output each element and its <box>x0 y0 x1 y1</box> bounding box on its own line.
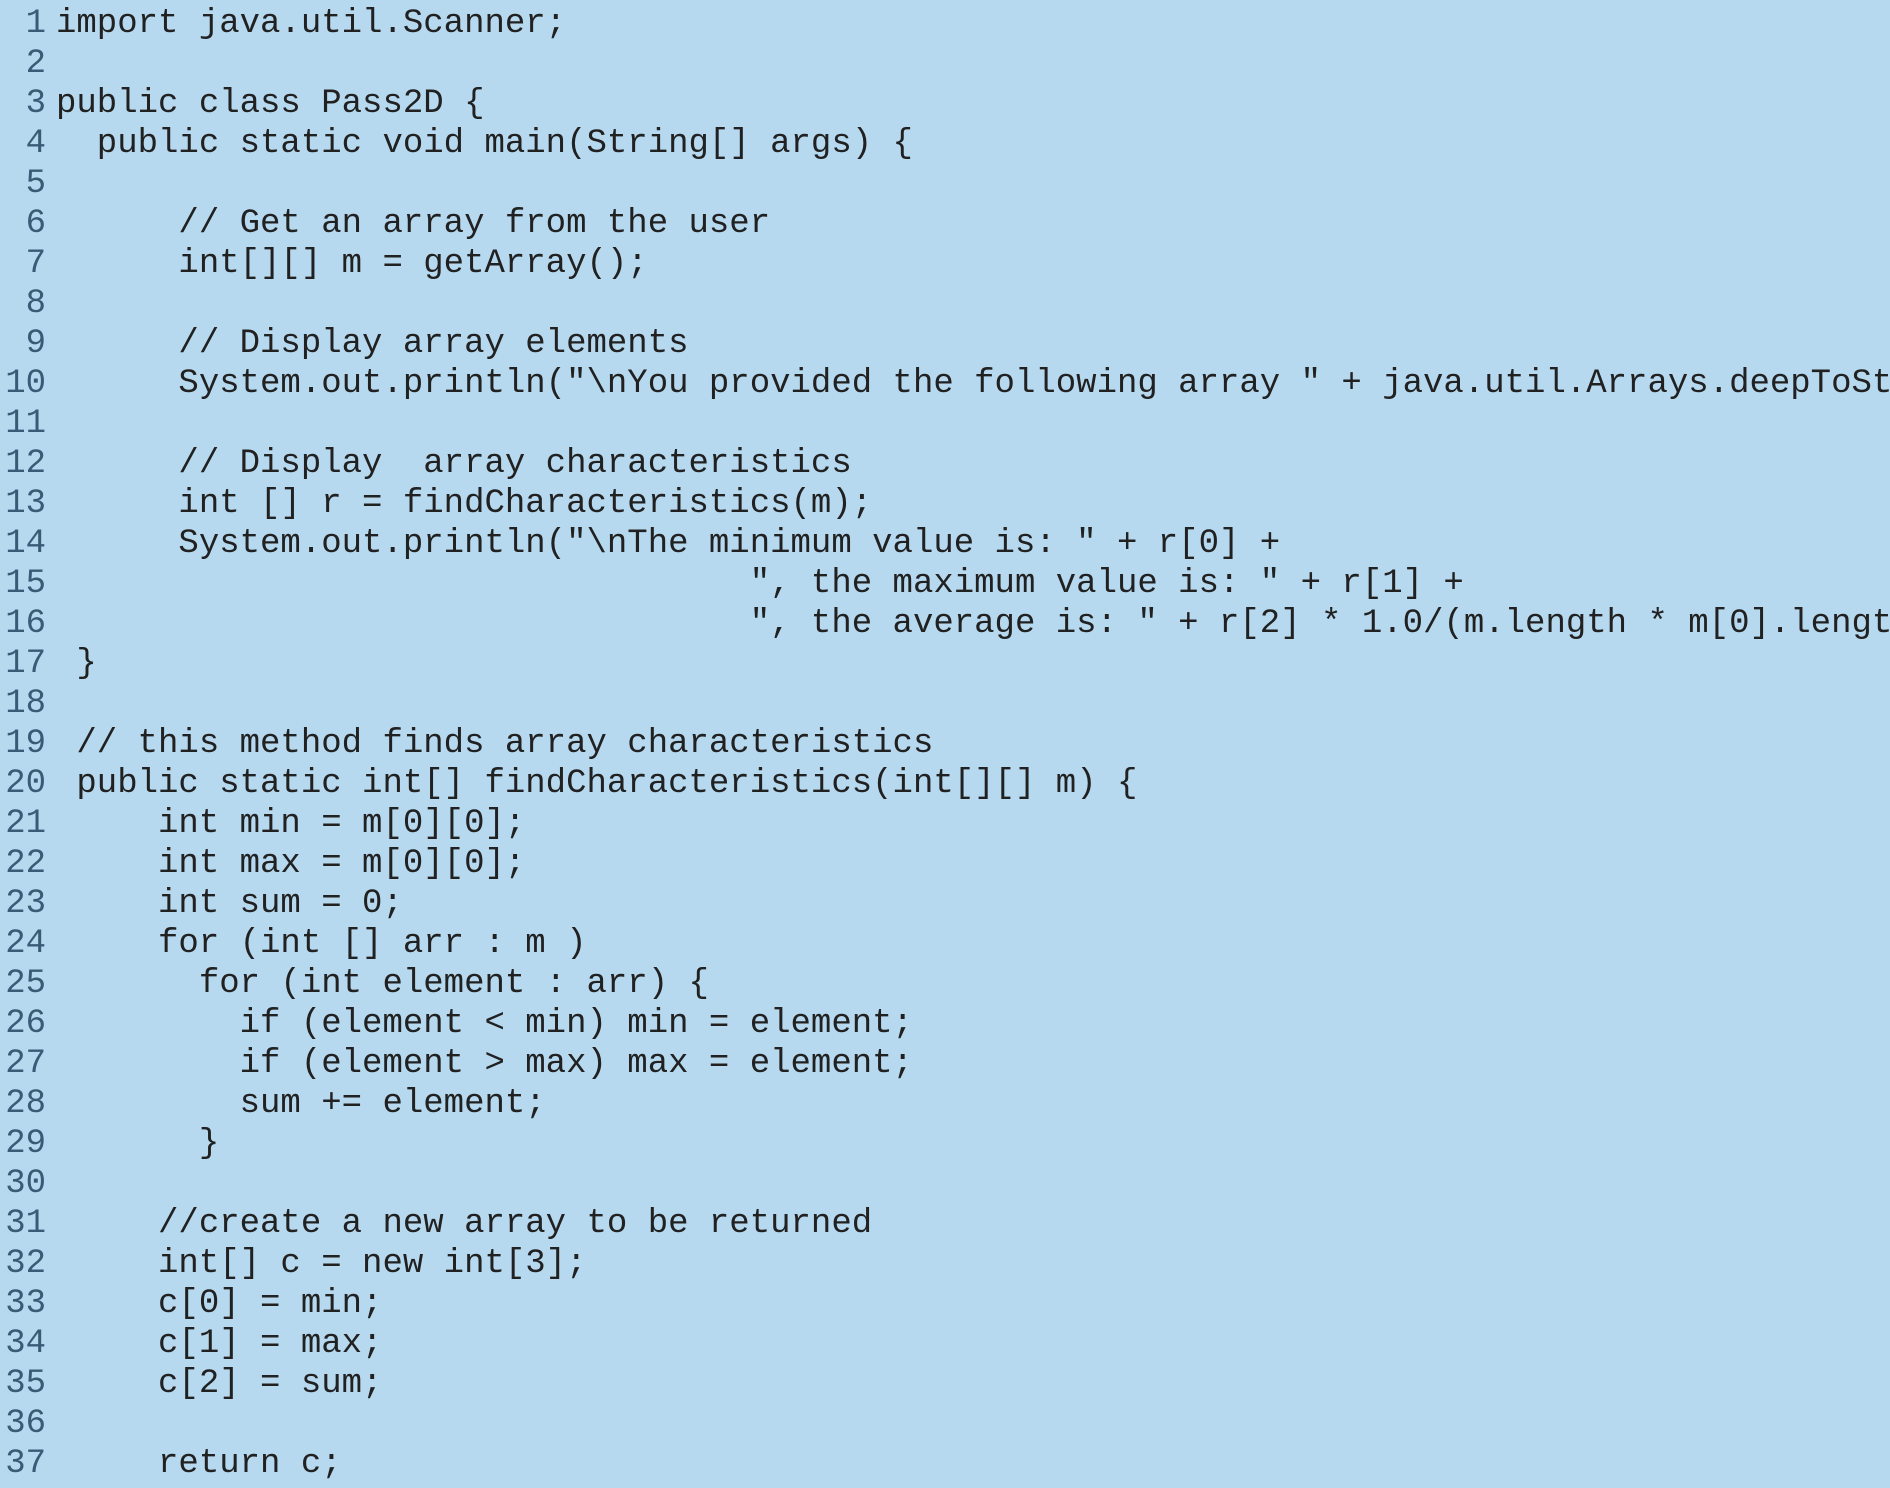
code-line: public class Pass2D { <box>56 84 1890 124</box>
line-number-gutter: 1234567891011121314151617181920212223242… <box>0 4 56 1484</box>
line-number: 21 <box>0 804 46 844</box>
code-line: c[2] = sum; <box>56 1364 1890 1404</box>
line-number: 17 <box>0 644 46 684</box>
code-line <box>56 1164 1890 1204</box>
code-line <box>56 1404 1890 1444</box>
line-number: 30 <box>0 1164 46 1204</box>
code-line: // Get an array from the user <box>56 204 1890 244</box>
code-line: return c; <box>56 1444 1890 1484</box>
line-number: 24 <box>0 924 46 964</box>
line-number: 26 <box>0 1004 46 1044</box>
code-line: ", the average is: " + r[2] * 1.0/(m.len… <box>56 604 1890 644</box>
code-line <box>56 44 1890 84</box>
code-line: public static int[] findCharacteristics(… <box>56 764 1890 804</box>
code-line: int[][] m = getArray(); <box>56 244 1890 284</box>
line-number: 29 <box>0 1124 46 1164</box>
line-number: 22 <box>0 844 46 884</box>
code-line: int max = m[0][0]; <box>56 844 1890 884</box>
code-line: System.out.println("\nYou provided the f… <box>56 364 1890 404</box>
code-line <box>56 404 1890 444</box>
line-number: 13 <box>0 484 46 524</box>
code-line <box>56 684 1890 724</box>
line-number: 10 <box>0 364 46 404</box>
line-number: 34 <box>0 1324 46 1364</box>
code-line: int min = m[0][0]; <box>56 804 1890 844</box>
line-number: 33 <box>0 1284 46 1324</box>
line-number: 14 <box>0 524 46 564</box>
code-line: } <box>56 644 1890 684</box>
line-number: 8 <box>0 284 46 324</box>
code-line: // this method finds array characteristi… <box>56 724 1890 764</box>
line-number: 37 <box>0 1444 46 1484</box>
code-line: // Display array elements <box>56 324 1890 364</box>
code-line <box>56 284 1890 324</box>
line-number: 31 <box>0 1204 46 1244</box>
code-content: import java.util.Scanner; public class Pa… <box>56 4 1890 1484</box>
code-line: if (element < min) min = element; <box>56 1004 1890 1044</box>
line-number: 18 <box>0 684 46 724</box>
code-line: if (element > max) max = element; <box>56 1044 1890 1084</box>
code-line: for (int [] arr : m ) <box>56 924 1890 964</box>
line-number: 15 <box>0 564 46 604</box>
line-number: 23 <box>0 884 46 924</box>
line-number: 19 <box>0 724 46 764</box>
line-number: 9 <box>0 324 46 364</box>
line-number: 4 <box>0 124 46 164</box>
code-line <box>56 164 1890 204</box>
code-line: } <box>56 1124 1890 1164</box>
code-line: int [] r = findCharacteristics(m); <box>56 484 1890 524</box>
line-number: 5 <box>0 164 46 204</box>
code-line: int sum = 0; <box>56 884 1890 924</box>
line-number: 36 <box>0 1404 46 1444</box>
code-line: ", the maximum value is: " + r[1] + <box>56 564 1890 604</box>
line-number: 20 <box>0 764 46 804</box>
line-number: 7 <box>0 244 46 284</box>
code-line: System.out.println("\nThe minimum value … <box>56 524 1890 564</box>
code-line: //create a new array to be returned <box>56 1204 1890 1244</box>
line-number: 32 <box>0 1244 46 1284</box>
code-line: for (int element : arr) { <box>56 964 1890 1004</box>
line-number: 1 <box>0 4 46 44</box>
line-number: 11 <box>0 404 46 444</box>
code-line: c[1] = max; <box>56 1324 1890 1364</box>
code-editor: 1234567891011121314151617181920212223242… <box>0 0 1890 1484</box>
line-number: 12 <box>0 444 46 484</box>
code-line: import java.util.Scanner; <box>56 4 1890 44</box>
code-line: // Display array characteristics <box>56 444 1890 484</box>
line-number: 3 <box>0 84 46 124</box>
line-number: 6 <box>0 204 46 244</box>
code-line: c[0] = min; <box>56 1284 1890 1324</box>
code-line: int[] c = new int[3]; <box>56 1244 1890 1284</box>
line-number: 25 <box>0 964 46 1004</box>
code-line: public static void main(String[] args) { <box>56 124 1890 164</box>
line-number: 28 <box>0 1084 46 1124</box>
line-number: 35 <box>0 1364 46 1404</box>
line-number: 2 <box>0 44 46 84</box>
line-number: 16 <box>0 604 46 644</box>
code-line: sum += element; <box>56 1084 1890 1124</box>
line-number: 27 <box>0 1044 46 1084</box>
